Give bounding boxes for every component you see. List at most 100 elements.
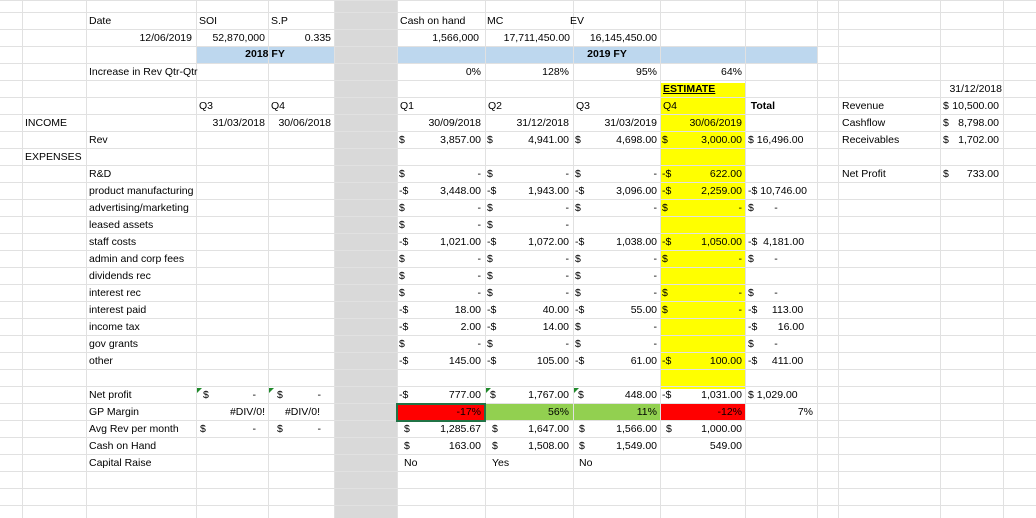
rev-q1-value[interactable]: 3,857.00 [397,132,481,149]
increase-q2[interactable]: 128% [485,64,569,81]
sc-q4-value[interactable]: 1,050.00 [660,234,742,251]
avg-q1-value[interactable]: 1,285.67 [397,421,481,438]
selected-cell[interactable] [396,403,486,422]
ir-q2-value[interactable]: - [485,285,570,302]
rev-total[interactable]: $ 16,496.00 [748,132,803,149]
gg-q4-value[interactable] [660,336,742,353]
gp-q2[interactable]: 56% [485,404,569,421]
sc-q1-value[interactable]: 1,021.00 [397,234,481,251]
ir-total[interactable]: $ - [748,285,778,302]
ac-q2-value[interactable]: - [485,251,570,268]
rd-q3-value[interactable]: - [573,166,658,183]
ip-q2-value[interactable]: 40.00 [485,302,569,319]
date-value[interactable]: 12/06/2019 [96,30,192,47]
capital-raise-q2[interactable]: Yes [492,455,509,472]
ir-q3-value[interactable]: - [573,285,658,302]
ac-total[interactable]: $ - [748,251,778,268]
la-q1-value[interactable]: - [397,217,482,234]
gp-q3-2018[interactable]: #DIV/0! [196,404,265,421]
side-cashflow-value[interactable]: 8,798.00 [940,115,999,132]
increase-q3[interactable]: 95% [573,64,657,81]
ip-total[interactable]: -$ 113.00 [748,302,803,319]
gg-q2-value[interactable]: - [485,336,570,353]
it-q1-value[interactable]: 2.00 [397,319,481,336]
pm-q1-value[interactable]: 3,448.00 [397,183,481,200]
avg-q2-value[interactable]: 1,647.00 [485,421,569,438]
spreadsheet-grid[interactable]: Date SOI S.P 12/06/2019 52,870,000 0.335… [0,0,1036,518]
sc-q3-value[interactable]: 1,038.00 [573,234,657,251]
side-netprofit-value[interactable]: 733.00 [940,166,999,183]
avg-q3-value[interactable]: 1,566.00 [573,421,657,438]
ip-q1-value[interactable]: 18.00 [397,302,481,319]
rev-q4-value[interactable]: 3,000.00 [660,132,742,149]
ev-value[interactable]: 16,145,450.00 [570,30,657,47]
ip-q4-value[interactable]: - [660,302,743,319]
pm-q2-value[interactable]: 1,943.00 [485,183,569,200]
dr-q4-value[interactable] [660,268,742,285]
gp-q4[interactable]: -12% [660,404,742,421]
increase-q1[interactable]: 0% [397,64,481,81]
side-receivables-value[interactable]: 1,702.00 [940,132,999,149]
it-total[interactable]: -$ 16.00 [748,319,804,336]
coh-q3-value[interactable]: 1,549.00 [573,438,657,455]
soi-value[interactable]: 52,870,000 [196,30,265,47]
it-q4-value[interactable] [660,319,742,336]
np-q1-value[interactable]: 777.00 [397,387,481,404]
avg-q3-2018-value[interactable]: - [196,421,257,438]
increase-q4[interactable]: 64% [660,64,742,81]
pm-total[interactable]: -$ 10,746.00 [748,183,807,200]
gg-total[interactable]: $ - [748,336,778,353]
cash-value[interactable]: 1,566,000 [400,30,479,47]
np-total[interactable]: $ 1,029.00 [748,387,798,404]
it-q2-value[interactable]: 14.00 [485,319,569,336]
ot-q1-value[interactable]: 145.00 [397,353,481,370]
am-q3-value[interactable]: - [573,200,658,217]
gg-q1-value[interactable]: - [397,336,482,353]
ot-q4-value[interactable]: 100.00 [660,353,742,370]
pm-q4-value[interactable]: 2,259.00 [660,183,742,200]
la-q3-value[interactable] [573,217,657,234]
ac-q3-value[interactable]: - [573,251,658,268]
side-date[interactable]: 31/12/2018 [940,81,1002,98]
dr-q3-value[interactable]: - [573,268,658,285]
ir-q4-value[interactable]: - [660,285,743,302]
coh-q2-value[interactable]: 1,508.00 [485,438,569,455]
coh-q1-value[interactable]: 163.00 [397,438,481,455]
gg-q3-value[interactable]: - [573,336,658,353]
np-q3-value[interactable]: 448.00 [573,387,657,404]
coh-q4-value[interactable]: 549.00 [660,438,742,455]
capital-raise-q1[interactable]: No [404,455,417,472]
rd-q4-value[interactable]: 622.00 [660,166,742,183]
np-q3-2018-value[interactable]: - [196,387,257,404]
ir-q1-value[interactable]: - [397,285,482,302]
sp-value[interactable]: 0.335 [268,30,331,47]
la-q2-value[interactable]: - [485,217,570,234]
avg-q4-2018-value[interactable]: - [268,421,322,438]
ac-q4-value[interactable]: - [660,251,743,268]
it-q3-value[interactable]: - [573,319,658,336]
am-total[interactable]: $ - [748,200,778,217]
ot-q3-value[interactable]: 61.00 [573,353,657,370]
am-q2-value[interactable]: - [485,200,570,217]
np-q4-2018-value[interactable]: - [268,387,322,404]
sc-total[interactable]: -$ 4,181.00 [748,234,804,251]
rev-q2-value[interactable]: 4,941.00 [485,132,569,149]
avg-q4-value[interactable]: 1,000.00 [660,421,742,438]
am-q4-value[interactable]: - [660,200,743,217]
dr-q1-value[interactable]: - [397,268,482,285]
np-q2-value[interactable]: 1,767.00 [485,387,569,404]
sc-q2-value[interactable]: 1,072.00 [485,234,569,251]
gp-q3[interactable]: 11% [573,404,657,421]
rev-q3-value[interactable]: 4,698.00 [573,132,657,149]
am-q1-value[interactable]: - [397,200,482,217]
ot-total[interactable]: -$ 411.00 [748,353,803,370]
ot-q2-value[interactable]: 105.00 [485,353,569,370]
ac-q1-value[interactable]: - [397,251,482,268]
la-q4-value[interactable] [660,217,742,234]
rd-q2-value[interactable]: - [485,166,570,183]
mc-value[interactable]: 17,711,450.00 [482,30,570,47]
ip-q3-value[interactable]: 55.00 [573,302,657,319]
np-q4-value[interactable]: 1,031.00 [660,387,742,404]
gp-total[interactable]: 7% [745,404,813,421]
capital-raise-q3[interactable]: No [579,455,592,472]
